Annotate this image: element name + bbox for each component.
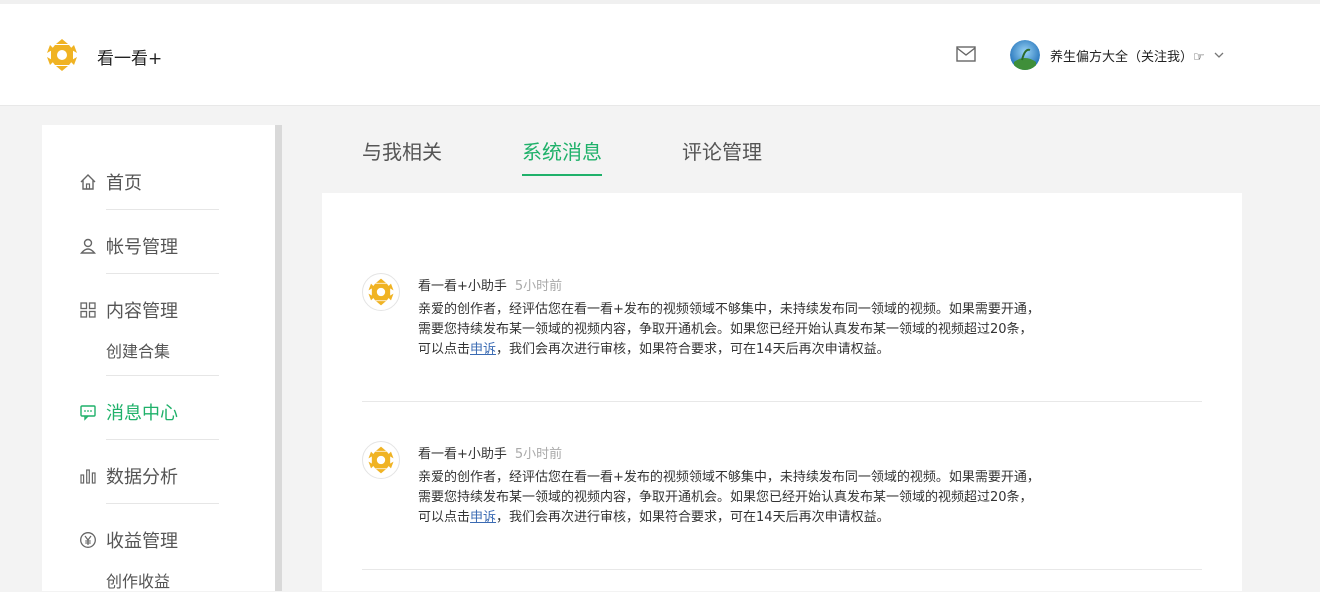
message-time: 5小时前 bbox=[514, 279, 563, 294]
bar-chart-icon bbox=[80, 469, 96, 484]
message-text: 可以点击 bbox=[418, 510, 471, 525]
sidebar-item-earnings[interactable]: 收益管理 bbox=[79, 527, 178, 553]
divider bbox=[362, 401, 1202, 402]
chevron-down-icon[interactable] bbox=[1213, 49, 1225, 61]
message-icon bbox=[80, 405, 96, 421]
divider bbox=[106, 503, 219, 504]
sidebar-item-label: 收益管理 bbox=[106, 531, 178, 552]
sidebar-item-label: 数据分析 bbox=[106, 467, 178, 488]
app-name: 看一看+ bbox=[97, 49, 163, 69]
message-body: 亲爱的创作者，经评估您在看一看+发布的视频领域不够集中，未持续发布同一领域的视频… bbox=[418, 468, 1198, 528]
appeal-link[interactable]: 申诉 bbox=[470, 342, 496, 357]
sidebar-scrollbar[interactable] bbox=[275, 125, 282, 591]
message-panel: 看一看+小助手 5小时前 亲爱的创作者，经评估您在看一看+发布的视频领域不够集中，… bbox=[322, 193, 1242, 591]
sidebar-item-messages[interactable]: 消息中心 bbox=[79, 399, 178, 425]
sidebar-item-label: 内容管理 bbox=[106, 301, 178, 322]
message-line: 需要您持续发布某一领域的视频内容，争取开通机会。如果您已经开始认真发布某一领域的… bbox=[418, 322, 1033, 337]
header: 看一看+ 养生偏方大全（关注我）☞ bbox=[0, 4, 1320, 106]
divider bbox=[106, 439, 219, 440]
message-text: ，我们会再次进行审核，如果符合要求，可在14天后再次申请权益。 bbox=[496, 342, 890, 357]
tab-related-to-me[interactable]: 与我相关 bbox=[362, 136, 442, 173]
sidebar-item-label: 首页 bbox=[106, 173, 142, 194]
sidebar-subitem-create-collection[interactable]: 创建合集 bbox=[106, 338, 170, 362]
message-line: 亲爱的创作者，经评估您在看一看+发布的视频领域不够集中，未持续发布同一领域的视频… bbox=[418, 470, 1040, 485]
divider bbox=[362, 569, 1202, 570]
tab-system-messages[interactable]: 系统消息 bbox=[522, 136, 602, 176]
mail-icon[interactable] bbox=[956, 46, 976, 62]
user-menu[interactable]: 养生偏方大全（关注我）☞ bbox=[1010, 39, 1225, 71]
divider bbox=[106, 209, 219, 210]
sidebar-item-analytics[interactable]: 数据分析 bbox=[79, 463, 178, 489]
tab-bar: 与我相关 系统消息 评论管理 bbox=[362, 136, 842, 176]
username: 养生偏方大全（关注我）☞ bbox=[1050, 49, 1205, 65]
sidebar-item-label: 帐号管理 bbox=[106, 237, 178, 258]
message-body: 亲爱的创作者，经评估您在看一看+发布的视频领域不够集中，未持续发布同一领域的视频… bbox=[418, 300, 1198, 360]
message-text: 可以点击 bbox=[418, 342, 471, 357]
message-line: 需要您持续发布某一领域的视频内容，争取开通机会。如果您已经开始认真发布某一领域的… bbox=[418, 490, 1033, 505]
sidebar: 首页 帐号管理 内容管理 创建合集 消息中心 数据分析 收益管理 创作收益 bbox=[42, 125, 275, 591]
assistant-avatar bbox=[362, 273, 400, 311]
logo-icon bbox=[368, 278, 394, 306]
divider bbox=[106, 375, 219, 376]
sender-name: 看一看+小助手 bbox=[418, 279, 507, 294]
message-sender: 看一看+小助手 5小时前 bbox=[418, 275, 562, 294]
sidebar-item-label: 消息中心 bbox=[106, 403, 178, 424]
tab-comment-management[interactable]: 评论管理 bbox=[682, 136, 762, 173]
message-line: 亲爱的创作者，经评估您在看一看+发布的视频领域不够集中，未持续发布同一领域的视频… bbox=[418, 302, 1040, 317]
sidebar-item-home[interactable]: 首页 bbox=[79, 169, 142, 195]
user-icon bbox=[80, 238, 96, 254]
logo-icon bbox=[368, 446, 394, 474]
sidebar-item-account[interactable]: 帐号管理 bbox=[79, 233, 178, 259]
message-line: 可以点击申诉，我们会再次进行审核，如果符合要求，可在14天后再次申请权益。 bbox=[418, 508, 1198, 528]
message-sender: 看一看+小助手 5小时前 bbox=[418, 443, 562, 462]
logo-icon[interactable] bbox=[44, 37, 80, 73]
message-line: 可以点击申诉，我们会再次进行审核，如果符合要求，可在14天后再次申请权益。 bbox=[418, 340, 1198, 360]
divider bbox=[106, 273, 219, 274]
assistant-avatar bbox=[362, 441, 400, 479]
message-text: ，我们会再次进行审核，如果符合要求，可在14天后再次申请权益。 bbox=[496, 510, 890, 525]
home-icon bbox=[80, 174, 96, 190]
sidebar-subitem-creator-earnings[interactable]: 创作收益 bbox=[106, 568, 170, 592]
avatar bbox=[1010, 40, 1040, 70]
sender-name: 看一看+小助手 bbox=[418, 447, 507, 462]
message-time: 5小时前 bbox=[514, 447, 563, 462]
yen-icon bbox=[80, 532, 96, 548]
sidebar-item-content[interactable]: 内容管理 bbox=[79, 297, 178, 323]
grid-icon bbox=[80, 302, 96, 318]
appeal-link[interactable]: 申诉 bbox=[470, 510, 496, 525]
